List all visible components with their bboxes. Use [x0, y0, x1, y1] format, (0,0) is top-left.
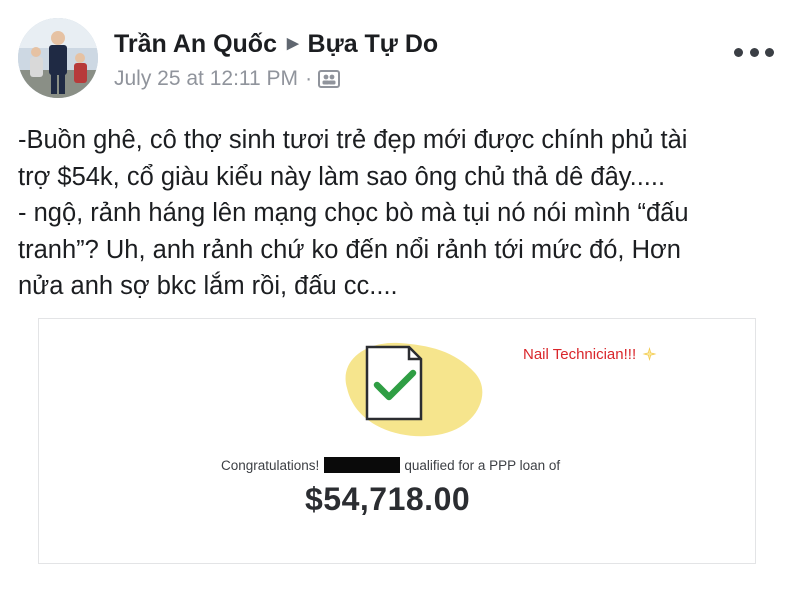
congrats-line: Congratulations! qualified for a PPP loa…: [221, 457, 560, 473]
annotation-text: Nail Technician!!!: [523, 346, 637, 363]
triangle-right-icon: ▶: [286, 35, 299, 52]
avatar-photo: [18, 18, 98, 98]
congrats-suffix: qualified for a PPP loan of: [404, 457, 561, 473]
group-audience-icon[interactable]: [318, 70, 341, 88]
loan-amount: $54,718.00: [305, 481, 471, 517]
more-dot: [734, 47, 743, 57]
meta-separator: ·: [305, 67, 313, 90]
facebook-post: Trần An Quốc ▶ Bựa Tự Do July 25 at 12:1…: [0, 0, 796, 606]
image-annotation: Nail Technician!!!: [523, 346, 658, 363]
approved-document-icon: [345, 342, 483, 437]
congrats-prefix: Congratulations!: [221, 457, 320, 473]
sparkle-icon: [641, 346, 658, 363]
author-avatar[interactable]: [18, 18, 98, 98]
post-timestamp[interactable]: July 25 at 12:11 PM: [114, 67, 298, 91]
post-text-line: - ngộ, rảnh háng lên mạng chọc bò mà tụi…: [18, 199, 689, 227]
group-name[interactable]: Bựa Tự Do: [308, 30, 439, 59]
post-text-line: nửa anh sợ bkc lắm rồi, đấu cc....: [18, 272, 398, 300]
post-header: Trần An Quốc ▶ Bựa Tự Do: [114, 30, 438, 59]
post-text-line: -Buồn ghê, cô thợ sinh tươi trẻ đẹp mới …: [18, 126, 688, 154]
more-options-icon[interactable]: [734, 40, 774, 64]
post-text-line: tranh”? Uh, anh rảnh chứ ko đến nổi rảnh…: [18, 235, 681, 264]
post-text-line: trợ $54k, cổ giàu kiểu này làm sao ông c…: [18, 162, 666, 191]
redacted-name: [324, 457, 401, 473]
author-name[interactable]: Trần An Quốc: [114, 30, 277, 59]
more-dot: [749, 47, 759, 57]
more-dot: [765, 47, 774, 57]
post-meta: July 25 at 12:11 PM ·: [114, 67, 341, 91]
post-image[interactable]: Nail Technician!!! Congratulations! qual…: [38, 318, 756, 564]
post-text: -Buồn ghê, cô thợ sinh tươi trẻ đẹp mới …: [18, 122, 778, 305]
